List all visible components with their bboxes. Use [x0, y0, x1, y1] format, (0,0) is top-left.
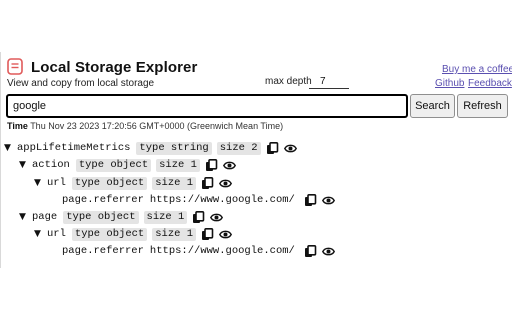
- eye-icon[interactable]: [219, 228, 233, 241]
- tree-row: page.referrer https://www.google.com/: [62, 193, 340, 207]
- tree-row: ▼ appLifetimeMetrics type string size 2: [4, 141, 302, 155]
- tree-key: url: [47, 228, 66, 240]
- tree-value: https://www.google.com/: [149, 194, 295, 206]
- tree-key: url: [47, 177, 66, 189]
- tree-value: https://www.google.com/: [149, 245, 295, 257]
- time-label: Time: [7, 121, 28, 131]
- type-badge: type object: [75, 158, 152, 172]
- page-subtitle: View and copy from local storage: [7, 78, 155, 89]
- type-badge: type object: [63, 210, 139, 224]
- tree-key: page.referrer: [62, 245, 144, 257]
- tree-row: ▼ action type object size 1: [19, 158, 241, 172]
- tree-row: ▼ url type object size 1: [34, 176, 237, 190]
- tree-key: page: [32, 211, 58, 223]
- local-storage-logo-icon: [7, 58, 23, 75]
- expand-toggle[interactable]: ▼: [34, 178, 47, 188]
- copy-icon[interactable]: [192, 210, 205, 224]
- eye-icon[interactable]: [283, 142, 297, 155]
- feedback-link[interactable]: Feedback: [468, 78, 512, 89]
- size-badge: size 1: [152, 176, 197, 190]
- copy-icon[interactable]: [205, 158, 218, 172]
- copy-icon[interactable]: [304, 193, 317, 207]
- expand-toggle[interactable]: ▼: [19, 212, 32, 222]
- buy-me-a-coffee-link[interactable]: Buy me a coffee: [442, 64, 512, 75]
- max-depth-label: max depth: [265, 76, 312, 87]
- expand-toggle[interactable]: ▼: [4, 143, 17, 153]
- copy-icon[interactable]: [201, 176, 214, 190]
- size-badge: size 1: [143, 210, 188, 224]
- copy-icon[interactable]: [304, 244, 317, 258]
- tree-row: ▼ url type object size 1: [34, 227, 237, 241]
- expand-toggle[interactable]: ▼: [34, 229, 47, 239]
- size-badge: size 1: [156, 158, 200, 172]
- time-value: Thu Nov 23 2023 17:20:56 GMT+0000 (Green…: [30, 121, 284, 131]
- left-border: [0, 52, 1, 268]
- expand-toggle[interactable]: ▼: [19, 160, 32, 170]
- page-title: Local Storage Explorer: [31, 59, 198, 76]
- eye-icon[interactable]: [210, 211, 224, 224]
- copy-icon[interactable]: [201, 227, 214, 241]
- size-badge: size 1: [152, 227, 197, 241]
- type-badge: type object: [71, 227, 148, 241]
- max-depth-input[interactable]: [309, 74, 349, 89]
- eye-icon[interactable]: [321, 194, 335, 207]
- github-link[interactable]: Github: [435, 78, 464, 89]
- tree-key: page.referrer: [62, 194, 144, 206]
- size-badge: size 2: [216, 141, 261, 155]
- tree-row: ▼ page type object size 1: [19, 210, 228, 224]
- tree-key: appLifetimeMetrics: [17, 142, 131, 154]
- time-row: Time Thu Nov 23 2023 17:20:56 GMT+0000 (…: [7, 121, 283, 131]
- tree-row: page.referrer https://www.google.com/: [62, 244, 340, 258]
- eye-icon[interactable]: [321, 245, 335, 258]
- eye-icon[interactable]: [219, 177, 233, 190]
- refresh-button[interactable]: Refresh: [457, 94, 508, 118]
- tree-key: action: [32, 159, 70, 171]
- copy-icon[interactable]: [266, 141, 279, 155]
- type-badge: type object: [71, 176, 148, 190]
- eye-icon[interactable]: [222, 159, 236, 172]
- search-button[interactable]: Search: [410, 94, 455, 118]
- type-badge: type string: [136, 141, 212, 155]
- search-input[interactable]: [6, 94, 408, 118]
